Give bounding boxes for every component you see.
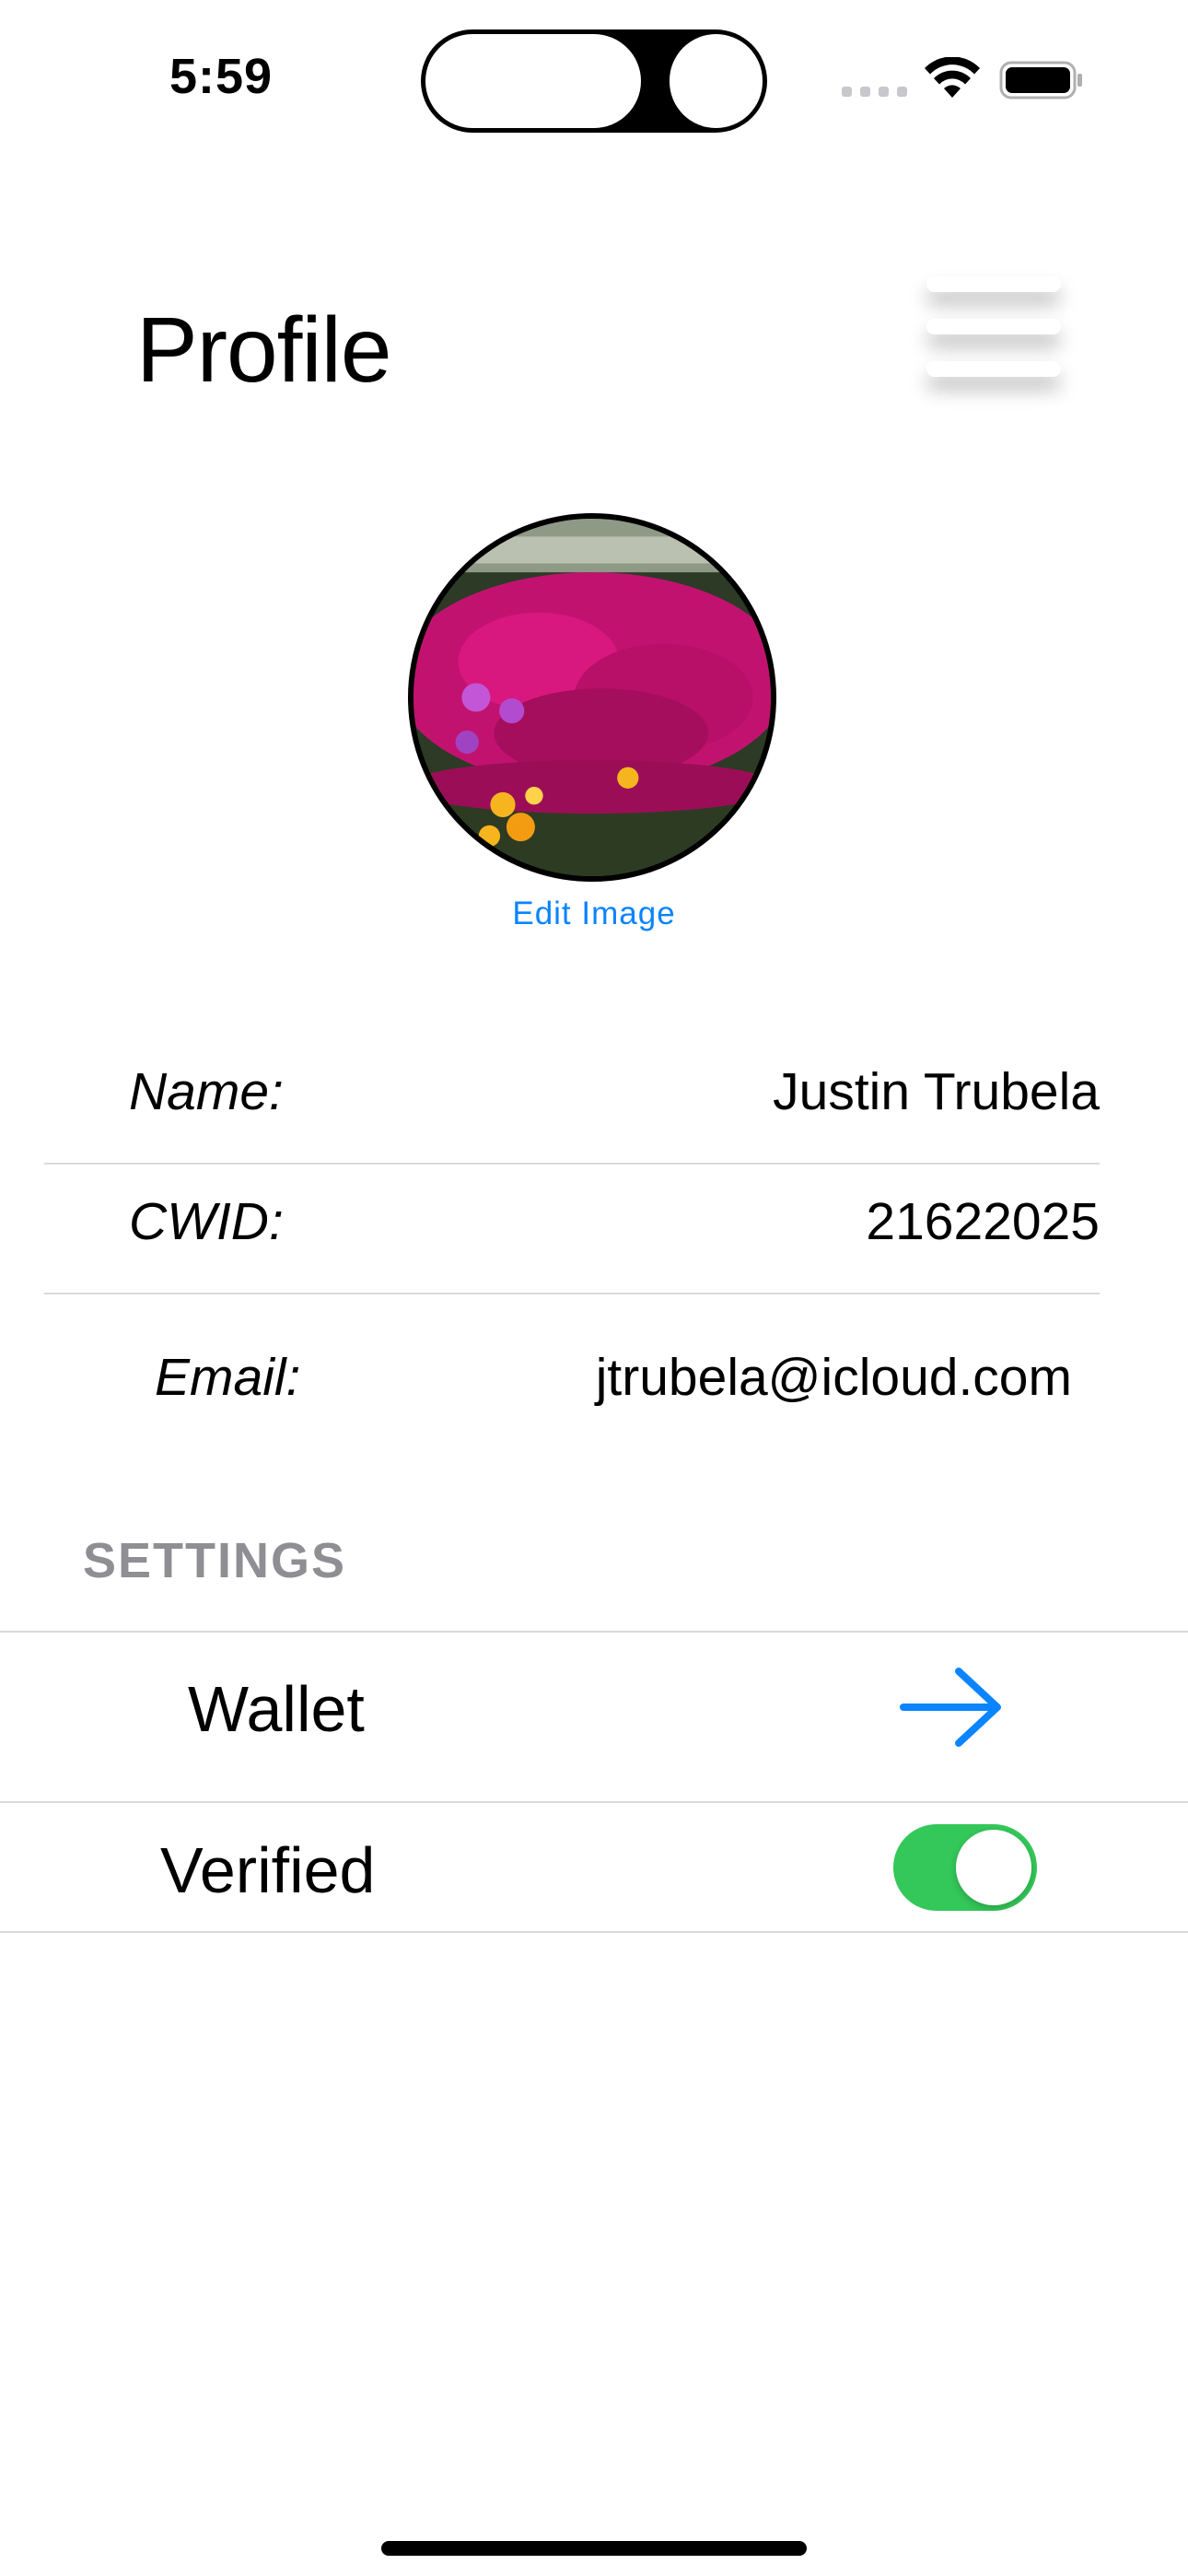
menu-icon-bar xyxy=(926,276,1061,292)
dynamic-island xyxy=(421,29,767,133)
row-divider xyxy=(44,1163,1100,1165)
page-title: Profile xyxy=(136,299,391,402)
email-label: Email: xyxy=(155,1348,301,1407)
island-pill-left xyxy=(425,34,641,128)
row-divider xyxy=(0,1931,1188,1933)
edit-image-link[interactable]: Edit Image xyxy=(410,896,778,932)
profile-avatar[interactable] xyxy=(408,513,776,882)
toggle-knob xyxy=(956,1830,1031,1905)
wallet-label: Wallet xyxy=(188,1673,365,1745)
cwid-label: CWID: xyxy=(129,1192,284,1251)
menu-button[interactable] xyxy=(921,273,1068,392)
cellular-signal-icon xyxy=(842,87,907,97)
name-label: Name: xyxy=(129,1062,284,1121)
cwid-value: 21622025 xyxy=(866,1192,1100,1251)
battery-icon xyxy=(999,61,1082,100)
verified-label: Verified xyxy=(160,1834,376,1906)
wifi-icon xyxy=(925,57,980,98)
settings-section-header: SETTINGS xyxy=(83,1533,347,1588)
settings-row-wallet[interactable] xyxy=(0,1633,1188,1802)
arrow-right-icon[interactable] xyxy=(898,1666,1005,1749)
island-pill-right xyxy=(670,34,763,128)
email-value: jtrubela@icloud.com xyxy=(595,1348,1072,1407)
status-time: 5:59 xyxy=(169,49,274,104)
menu-icon-bar xyxy=(926,361,1061,377)
flower-photo xyxy=(413,519,771,876)
home-indicator[interactable] xyxy=(381,2541,807,2556)
verified-toggle[interactable] xyxy=(893,1824,1037,1911)
menu-icon-bar xyxy=(926,319,1061,334)
name-value: Justin Trubela xyxy=(773,1062,1100,1121)
row-divider xyxy=(44,1293,1100,1294)
